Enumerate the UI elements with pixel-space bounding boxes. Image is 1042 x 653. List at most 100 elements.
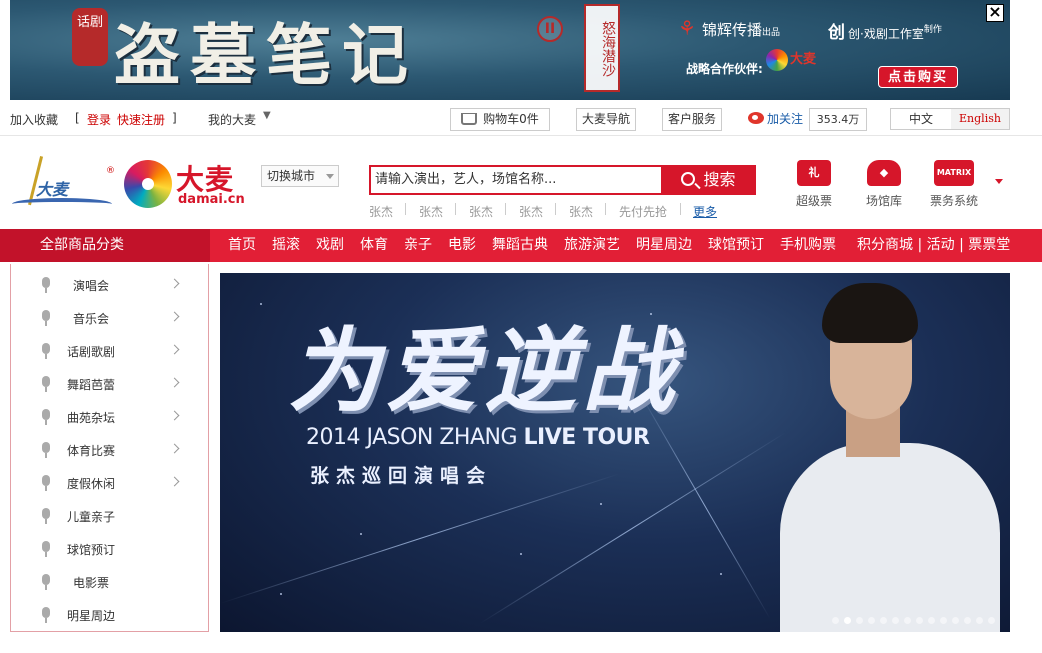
sidebar-item-movie-ticket[interactable]: 电影票 bbox=[11, 565, 208, 598]
sidebar-item-star-merch[interactable]: 明星周边 bbox=[11, 598, 208, 631]
sidebar-item-music[interactable]: 音乐会 bbox=[11, 301, 208, 334]
hot-keyword[interactable]: 张杰 bbox=[369, 203, 393, 220]
city-switcher[interactable]: 切换城市 bbox=[261, 165, 339, 187]
venue-library-link[interactable]: ◆ 场馆库 bbox=[856, 160, 912, 209]
sidebar-item-drama-opera[interactable]: 话剧歌剧 bbox=[11, 334, 208, 367]
light-beam bbox=[479, 432, 786, 624]
hot-keyword[interactable]: 先付先抢 bbox=[619, 203, 667, 220]
nav-item-family[interactable]: 亲子 bbox=[404, 229, 432, 262]
microphone-icon bbox=[41, 277, 51, 293]
star-decoration bbox=[600, 503, 602, 505]
register-link[interactable]: 快速注册 bbox=[117, 111, 165, 128]
sidebar-item-label: 演唱会 bbox=[73, 279, 110, 293]
ad-sponsor-1: ⚘ 锦辉传播出品 bbox=[678, 16, 780, 40]
nav-item-mobile[interactable]: 手机购票 bbox=[780, 229, 836, 262]
lang-chinese[interactable]: 中文 bbox=[891, 109, 951, 129]
hot-keyword[interactable]: 张杰 bbox=[419, 203, 443, 220]
carousel-dot[interactable] bbox=[856, 617, 863, 624]
nav-item-sports[interactable]: 体育 bbox=[360, 229, 388, 262]
weibo-follow-button[interactable]: 加关注 bbox=[745, 108, 806, 131]
sidebar-item-dance-ballet[interactable]: 舞蹈芭蕾 bbox=[11, 367, 208, 400]
registered-mark: ® bbox=[106, 166, 115, 176]
microphone-icon bbox=[41, 508, 51, 524]
carousel-dot[interactable] bbox=[988, 617, 995, 624]
carousel-dot[interactable] bbox=[940, 617, 947, 624]
carousel-dot[interactable] bbox=[964, 617, 971, 624]
hero-tour-title: 2014 JASON ZHANG LIVE TOUR bbox=[306, 425, 650, 450]
microphone-icon bbox=[41, 409, 51, 425]
chevron-right-icon bbox=[169, 476, 180, 487]
nav-item-mall[interactable]: 积分商城 | 活动 | 票票堂 bbox=[857, 229, 1010, 262]
ticket-system-link[interactable]: MATRIX 票务系统 bbox=[926, 160, 982, 209]
nav-item-star-merch[interactable]: 明星周边 bbox=[636, 229, 692, 262]
artist-shirt bbox=[780, 443, 1000, 632]
search-icon bbox=[681, 172, 696, 186]
star-decoration bbox=[520, 553, 522, 555]
close-ad-icon[interactable]: × bbox=[986, 4, 1004, 22]
hot-keyword[interactable]: 张杰 bbox=[519, 203, 543, 220]
carousel-dot[interactable] bbox=[832, 617, 839, 624]
search-input[interactable]: 请输入演出，艺人，场馆名称... bbox=[369, 165, 661, 195]
chevron-right-icon bbox=[169, 344, 180, 355]
login-link[interactable]: 登录 bbox=[87, 111, 111, 128]
cart-button[interactable]: 购物车0件 bbox=[450, 108, 550, 131]
super-ticket-label: 超级票 bbox=[795, 194, 832, 208]
carousel-dot[interactable] bbox=[844, 617, 851, 624]
ad-partner-name: 大麦 bbox=[790, 52, 817, 67]
sidebar-item-variety[interactable]: 曲苑杂坛 bbox=[11, 400, 208, 433]
super-ticket-link[interactable]: 礼 超级票 bbox=[786, 160, 842, 209]
carousel-dot[interactable] bbox=[880, 617, 887, 624]
sidebar-item-sports-match[interactable]: 体育比赛 bbox=[11, 433, 208, 466]
all-categories-tab[interactable]: 全部商品分类 bbox=[0, 229, 210, 262]
nav-item-home[interactable]: 首页 bbox=[228, 229, 256, 262]
wheat-logo-text: 大麦 bbox=[36, 180, 69, 199]
damai-logo[interactable]: 大麦 damai.cn bbox=[124, 158, 254, 210]
nav-item-movie[interactable]: 电影 bbox=[448, 229, 476, 262]
artist-photo bbox=[780, 283, 1000, 632]
carousel-dot[interactable] bbox=[952, 617, 959, 624]
carousel-dot[interactable] bbox=[928, 617, 935, 624]
sidebar-item-court[interactable]: 球馆预订 bbox=[11, 532, 208, 565]
carousel-dot[interactable] bbox=[916, 617, 923, 624]
microphone-icon bbox=[41, 310, 51, 326]
nav-item-dance[interactable]: 舞蹈古典 bbox=[492, 229, 548, 262]
sidebar-item-kids[interactable]: 儿童亲子 bbox=[11, 499, 208, 532]
carousel-dot[interactable] bbox=[976, 617, 983, 624]
nav-item-rock[interactable]: 摇滚 bbox=[272, 229, 300, 262]
divider bbox=[455, 203, 456, 215]
search-button-label: 搜索 bbox=[703, 170, 736, 189]
sidebar-item-label: 音乐会 bbox=[73, 312, 110, 326]
city-label: 切换城市 bbox=[267, 169, 316, 183]
nav-item-travel[interactable]: 旅游演艺 bbox=[564, 229, 620, 262]
carousel-dot[interactable] bbox=[904, 617, 911, 624]
venue-library-label: 场馆库 bbox=[865, 194, 902, 208]
more-keywords-link[interactable]: 更多 bbox=[693, 203, 717, 220]
search-button[interactable]: 搜索 bbox=[661, 165, 756, 195]
wheat-logo[interactable]: 大麦 ® bbox=[12, 154, 116, 214]
top-ad-banner[interactable]: 话剧 盗墓笔记 II 怒海潜沙 ⚘ 锦辉传播出品 创创·戏剧工作室制作 战略合作伙… bbox=[10, 0, 1010, 100]
ticket-system-label: 票务系统 bbox=[929, 194, 978, 208]
add-favorite-link[interactable]: 加入收藏 bbox=[10, 111, 58, 128]
chevron-right-icon bbox=[169, 278, 180, 289]
divider bbox=[605, 203, 606, 215]
service-button[interactable]: 客户服务 bbox=[662, 108, 722, 131]
sidebar-item-leisure[interactable]: 度假休闲 bbox=[11, 466, 208, 499]
my-damai-link[interactable]: 我的大麦 bbox=[208, 111, 256, 128]
divider bbox=[555, 203, 556, 215]
carousel-dot[interactable] bbox=[892, 617, 899, 624]
lang-english[interactable]: English bbox=[951, 109, 1009, 129]
sidebar-item-label: 舞蹈芭蕾 bbox=[67, 378, 116, 392]
sidebar-item-concert[interactable]: 演唱会 bbox=[11, 268, 208, 301]
ad-buy-button[interactable]: 点击购买 bbox=[878, 66, 958, 88]
nav-item-drama[interactable]: 戏剧 bbox=[316, 229, 344, 262]
hot-keyword[interactable]: 张杰 bbox=[569, 203, 593, 220]
weibo-icon bbox=[747, 112, 764, 124]
nav-guide-button[interactable]: 大麦导航 bbox=[576, 108, 636, 131]
my-damai-caret-icon[interactable]: ▼ bbox=[263, 110, 271, 121]
ad-partner-label: 战略合作伙伴: bbox=[686, 62, 763, 76]
hero-carousel[interactable]: 为爱逆战 2014 JASON ZHANG LIVE TOUR 张杰巡回演唱会 bbox=[220, 273, 1010, 632]
carousel-dot[interactable] bbox=[868, 617, 875, 624]
chevron-down-icon[interactable] bbox=[995, 179, 1003, 188]
nav-item-court-booking[interactable]: 球馆预订 bbox=[708, 229, 764, 262]
hot-keyword[interactable]: 张杰 bbox=[469, 203, 493, 220]
